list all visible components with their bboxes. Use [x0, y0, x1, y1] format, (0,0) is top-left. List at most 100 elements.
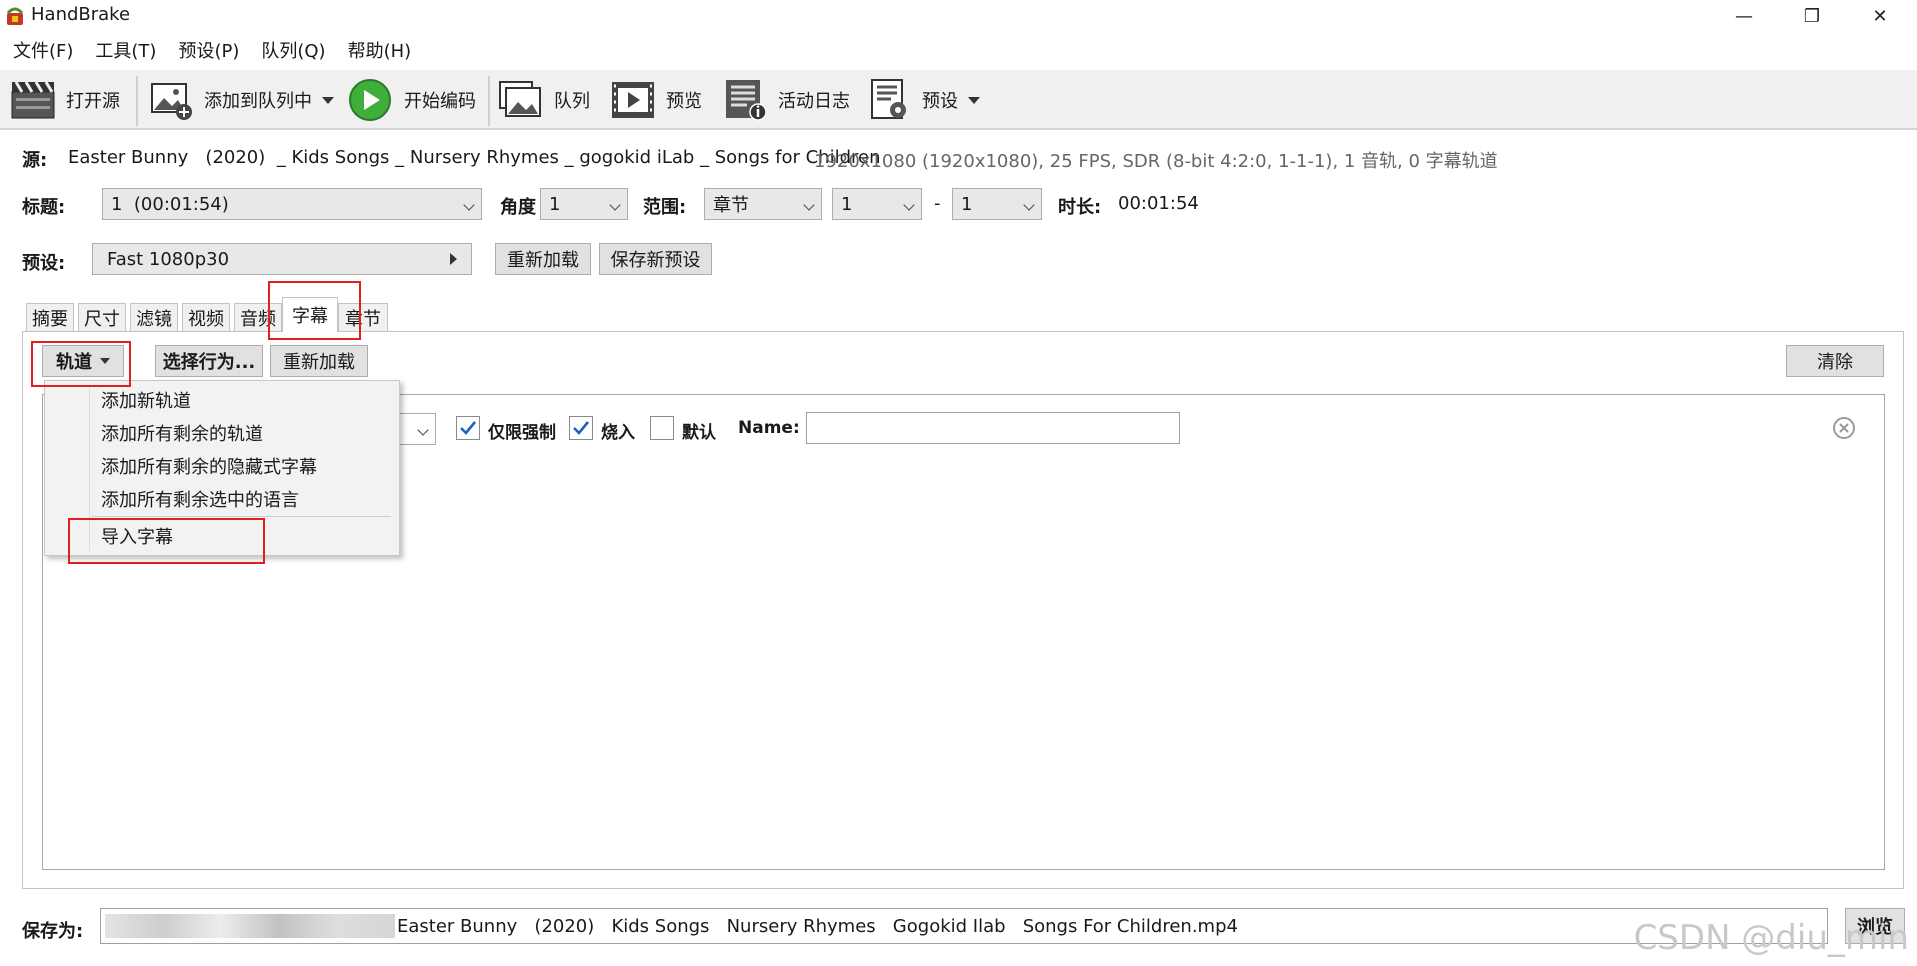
toolbar-separator: [136, 76, 138, 126]
tab-video[interactable]: 视频: [182, 303, 230, 331]
clear-button[interactable]: 清除: [1786, 345, 1884, 377]
forced-only-checkbox[interactable]: [456, 416, 480, 440]
queue-button[interactable]: 队列: [498, 78, 590, 122]
highlight-import-subtitle: [68, 518, 265, 564]
add-to-queue-button[interactable]: 添加到队列中: [148, 78, 334, 122]
menu-file[interactable]: 文件(F): [4, 35, 82, 65]
film-play-icon: [612, 82, 654, 118]
burn-in-checkbox[interactable]: [569, 416, 593, 440]
tab-filters[interactable]: 滤镜: [130, 303, 178, 331]
add-to-queue-label: 添加到队列中: [204, 91, 312, 112]
toolbar-separator: [488, 76, 490, 126]
restore-button[interactable]: ❐: [1778, 0, 1846, 32]
checkmark-icon: [573, 421, 590, 435]
open-source-button[interactable]: 打开源: [10, 78, 120, 122]
chevron-right-icon: [450, 253, 457, 265]
chevron-down-icon: [417, 424, 429, 436]
highlight-subtitles-tab: [268, 281, 361, 340]
angle-select[interactable]: 1: [540, 188, 628, 220]
watermark: CSDN @diu_min: [1633, 918, 1909, 958]
tab-summary[interactable]: 摘要: [26, 303, 74, 331]
forced-only-label: 仅限强制: [488, 423, 556, 443]
range-label: 范围:: [643, 197, 687, 218]
menu-item-add-new-track[interactable]: 添加新轨道: [45, 383, 399, 416]
chevron-down-icon: [1023, 199, 1035, 211]
presets-button[interactable]: 预设: [866, 78, 980, 122]
select-behavior-button[interactable]: 选择行为...: [155, 345, 263, 377]
start-encode-label: 开始编码: [404, 91, 476, 112]
toolbar: 打开源 添加到队列中 开始编码 队列 预览 活动日志 预设: [0, 70, 1917, 130]
save-path-input[interactable]: Easter Bunny (2020) Kids Songs Nursery R…: [100, 908, 1828, 944]
activity-log-label: 活动日志: [778, 91, 850, 112]
range-start-value: 1: [841, 193, 853, 215]
range-start-select[interactable]: 1: [832, 188, 922, 220]
start-encode-button[interactable]: 开始编码: [348, 78, 476, 122]
menu-queue[interactable]: 队列(Q): [252, 35, 334, 65]
default-label: 默认: [682, 423, 716, 443]
title-bar: HandBrake — ❐ ✕: [0, 0, 1917, 32]
chevron-down-icon: [803, 199, 815, 211]
preset-select-value: Fast 1080p30: [107, 248, 230, 270]
source-info: 1920x1080 (1920x1080), 25 FPS, SDR (8-bi…: [814, 151, 1498, 172]
menu-item-add-all-remaining-cc[interactable]: 添加所有剩余的隐藏式字幕: [45, 449, 399, 482]
chevron-down-icon: [903, 199, 915, 211]
title-label: 标题:: [22, 197, 66, 218]
duration-value: 00:01:54: [1118, 193, 1199, 214]
title-select-value: 1 (00:01:54): [111, 193, 229, 215]
duration-label: 时长:: [1058, 197, 1102, 218]
angle-select-value: 1: [549, 193, 561, 215]
angle-label: 角度: [500, 197, 536, 218]
preview-button[interactable]: 预览: [610, 78, 702, 122]
range-end-value: 1: [961, 193, 973, 215]
handbrake-logo-icon: [6, 7, 24, 25]
chevron-down-icon: [609, 199, 621, 211]
log-info-icon: [726, 80, 767, 121]
title-select[interactable]: 1 (00:01:54): [102, 188, 482, 220]
range-type-value: 章节: [713, 195, 749, 216]
burn-in-label: 烧入: [601, 423, 635, 443]
chevron-down-icon[interactable]: [968, 96, 980, 104]
close-button[interactable]: ✕: [1846, 0, 1914, 32]
queue-label: 队列: [554, 91, 590, 112]
save-new-preset-button[interactable]: 保存新预设: [599, 243, 712, 275]
clapperboard-icon: [11, 81, 55, 119]
tab-dimensions[interactable]: 尺寸: [78, 303, 126, 331]
settings-document-icon: [871, 79, 906, 119]
presets-label: 预设: [922, 91, 958, 112]
track-name-input[interactable]: [806, 412, 1180, 444]
add-photo-icon: [151, 83, 192, 120]
play-icon: [349, 79, 391, 121]
chevron-down-icon: [463, 199, 475, 211]
menu-presets[interactable]: 预设(P): [169, 35, 248, 65]
preset-label: 预设:: [22, 253, 66, 274]
source-name: Easter Bunny (2020) _ Kids Songs _ Nurse…: [68, 147, 881, 168]
default-checkbox[interactable]: [650, 416, 674, 440]
menu-tools[interactable]: 工具(T): [86, 35, 165, 65]
range-dash: -: [934, 193, 941, 214]
menu-item-add-all-remaining-languages[interactable]: 添加所有剩余选中的语言: [45, 482, 399, 515]
menu-item-add-all-remaining-tracks[interactable]: 添加所有剩余的轨道: [45, 416, 399, 449]
blurred-path-region: [105, 914, 395, 938]
chevron-down-icon[interactable]: [322, 96, 334, 104]
source-label: 源:: [22, 150, 48, 171]
menu-help[interactable]: 帮助(H): [339, 35, 421, 65]
highlight-tracks-button: [31, 341, 131, 387]
reload-preset-button[interactable]: 重新加载: [495, 243, 591, 275]
menu-bar: 文件(F) 工具(T) 预设(P) 队列(Q) 帮助(H): [0, 33, 424, 67]
checkmark-icon: [460, 421, 477, 435]
photo-stack-icon: [499, 81, 541, 117]
activity-log-button[interactable]: 活动日志: [722, 78, 850, 122]
preset-select[interactable]: Fast 1080p30: [92, 243, 472, 275]
window-title: HandBrake: [31, 4, 131, 25]
save-as-label: 保存为:: [22, 921, 84, 942]
range-end-select[interactable]: 1: [952, 188, 1042, 220]
open-source-label: 打开源: [66, 91, 120, 112]
menu-separator: [91, 516, 391, 517]
minimize-button[interactable]: —: [1710, 0, 1778, 32]
remove-track-icon[interactable]: [1832, 416, 1856, 440]
reload-subtitles-button[interactable]: 重新加载: [270, 345, 368, 377]
save-path-filename: Easter Bunny (2020) Kids Songs Nursery R…: [397, 915, 1238, 937]
range-type-select[interactable]: 章节: [704, 188, 822, 220]
name-label: Name:: [738, 418, 800, 438]
preview-label: 预览: [666, 91, 702, 112]
